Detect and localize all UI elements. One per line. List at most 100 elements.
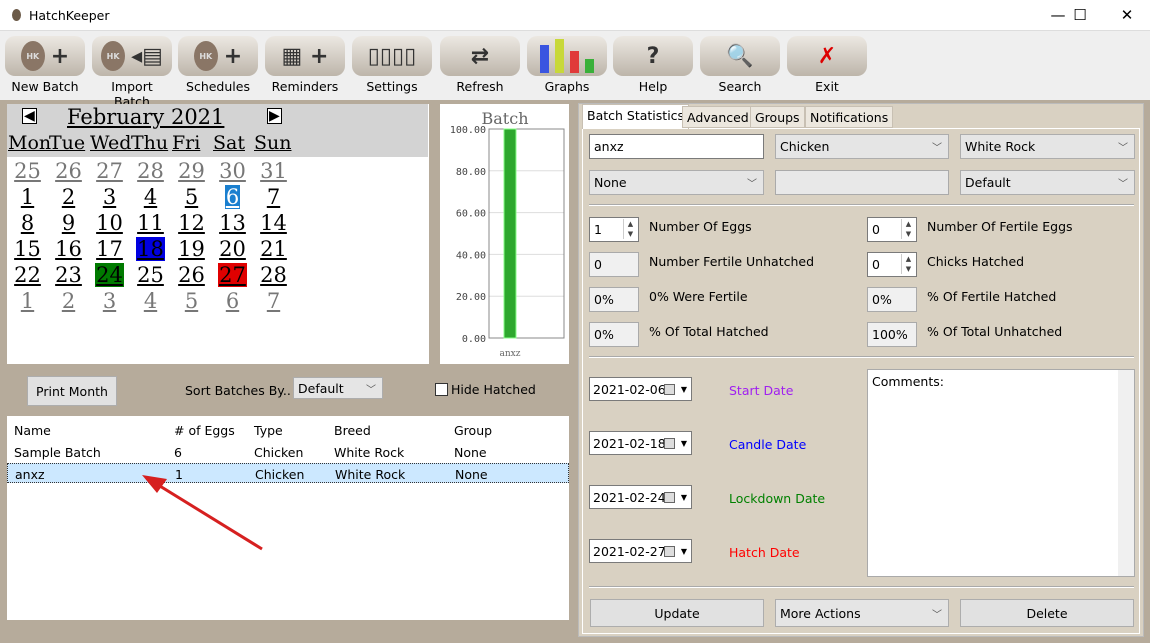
toolbar-button-reminders[interactable]: ▦ + Reminders xyxy=(265,36,345,98)
stat-field[interactable]: 0 ▲ ▼ xyxy=(867,252,917,277)
toolbar-button-help[interactable]: ? Help xyxy=(613,36,693,98)
calendar-day[interactable]: 16 xyxy=(48,237,89,261)
calendar-day[interactable]: 4 xyxy=(130,289,171,313)
calendar-day[interactable]: 18 xyxy=(130,237,171,261)
stat-field[interactable]: 100% xyxy=(867,322,917,347)
calendar-day[interactable]: 22 xyxy=(7,263,48,287)
calendar-day[interactable]: 2 xyxy=(48,289,89,313)
stat-field[interactable]: 0 ▲ ▼ xyxy=(867,217,917,242)
toolbar-button-settings[interactable]: ▯▯▯▯ Settings xyxy=(352,36,432,98)
dropdown-arrow-icon[interactable]: ▼ xyxy=(681,547,687,556)
calendar-day[interactable]: 30 xyxy=(212,159,253,183)
date-picker-start-date[interactable]: 2021-02-06 ▼ xyxy=(589,377,692,401)
tab-batch-statistics[interactable]: Batch Statistics xyxy=(582,104,690,129)
tab-advanced[interactable]: Advanced xyxy=(682,106,754,128)
calendar-day[interactable]: 7 xyxy=(253,289,294,313)
calendar-day[interactable]: 28 xyxy=(253,263,294,287)
table-row[interactable]: anxz 1 Chicken White Rock None xyxy=(7,463,569,483)
calendar-day[interactable]: 25 xyxy=(7,159,48,183)
calendar-icon[interactable] xyxy=(664,491,675,503)
dropdown-arrow-icon[interactable]: ▼ xyxy=(681,439,687,448)
stat-field[interactable]: 0% xyxy=(589,287,639,312)
batch-name-input[interactable]: anxz xyxy=(589,134,764,159)
next-month-button[interactable]: ▶ xyxy=(267,108,282,124)
column-header[interactable]: Breed xyxy=(334,423,371,438)
table-row[interactable]: Sample Batch 6 Chicken White Rock None xyxy=(7,442,569,462)
sort-select[interactable]: Default ﹀ xyxy=(293,377,383,399)
calendar-icon[interactable] xyxy=(664,545,675,557)
stat-field[interactable]: 0 xyxy=(589,252,639,277)
calendar-day[interactable]: 7 xyxy=(253,185,294,209)
toolbar-button-import-batch[interactable]: HK ◂▤ Import Batch xyxy=(92,36,172,109)
stat-field[interactable]: 0% xyxy=(589,322,639,347)
calendar-day[interactable]: 6 xyxy=(212,289,253,313)
calendar-day[interactable]: 14 xyxy=(253,211,294,235)
calendar-day[interactable]: 9 xyxy=(48,211,89,235)
calendar-day[interactable]: 28 xyxy=(130,159,171,183)
date-picker-hatch-date[interactable]: 2021-02-27 ▼ xyxy=(589,539,692,563)
calendar-day[interactable]: 21 xyxy=(253,237,294,261)
calendar-icon[interactable] xyxy=(664,383,675,395)
maximize-button[interactable]: ☐ xyxy=(1057,0,1103,30)
toolbar-button-schedules[interactable]: HK + Schedules xyxy=(178,36,258,98)
calendar-day[interactable]: 23 xyxy=(48,263,89,287)
update-button[interactable]: Update xyxy=(590,599,764,627)
group-select[interactable]: None ﹀ xyxy=(589,170,764,195)
type-select[interactable]: Chicken ﹀ xyxy=(775,134,949,159)
calendar-day[interactable]: 1 xyxy=(7,185,48,209)
column-header[interactable]: Type xyxy=(254,423,283,438)
spinner-arrows-icon[interactable]: ▲ ▼ xyxy=(901,254,915,274)
close-button[interactable]: ✕ xyxy=(1104,0,1150,30)
dropdown-arrow-icon[interactable]: ▼ xyxy=(681,385,687,394)
column-header[interactable]: Name xyxy=(14,423,51,438)
hide-hatched-checkbox[interactable] xyxy=(435,383,448,396)
calendar-day[interactable]: 3 xyxy=(89,185,130,209)
toolbar-button-search[interactable]: 🔍 Search xyxy=(700,36,780,98)
print-month-button[interactable]: Print Month xyxy=(27,376,117,406)
toolbar-button-exit[interactable]: ✗ Exit xyxy=(787,36,867,98)
comments-box[interactable]: Comments: xyxy=(867,369,1135,577)
calendar-day[interactable]: 25 xyxy=(130,263,171,287)
calendar-day[interactable]: 6 xyxy=(212,185,253,209)
calendar-day[interactable]: 5 xyxy=(171,185,212,209)
calendar-day[interactable]: 27 xyxy=(89,159,130,183)
calendar-day[interactable]: 12 xyxy=(171,211,212,235)
tab-notifications[interactable]: Notifications xyxy=(805,106,894,128)
column-header[interactable]: # of Eggs xyxy=(174,423,235,438)
calendar-day[interactable]: 13 xyxy=(212,211,253,235)
calendar-day[interactable]: 3 xyxy=(89,289,130,313)
calendar-day[interactable]: 17 xyxy=(89,237,130,261)
calendar-day[interactable]: 26 xyxy=(48,159,89,183)
calendar-day[interactable]: 24 xyxy=(89,263,130,287)
tab-groups[interactable]: Groups xyxy=(750,106,805,128)
calendar-day[interactable]: 2 xyxy=(48,185,89,209)
calendar-day[interactable]: 11 xyxy=(130,211,171,235)
calendar-day[interactable]: 15 xyxy=(7,237,48,261)
calendar-day[interactable]: 4 xyxy=(130,185,171,209)
toolbar-button-refresh[interactable]: ⇄ Refresh xyxy=(440,36,520,98)
calendar-day[interactable]: 20 xyxy=(212,237,253,261)
calendar-day[interactable]: 8 xyxy=(7,211,48,235)
calendar-day[interactable]: 5 xyxy=(171,289,212,313)
spinner-arrows-icon[interactable]: ▲ ▼ xyxy=(901,219,915,239)
more-actions-select[interactable]: More Actions ﹀ xyxy=(775,599,949,627)
date-picker-candle-date[interactable]: 2021-02-18 ▼ xyxy=(589,431,692,455)
delete-button[interactable]: Delete xyxy=(960,599,1134,627)
comments-scrollbar[interactable] xyxy=(1118,370,1134,576)
calendar-day[interactable]: 29 xyxy=(171,159,212,183)
toolbar-button-graphs[interactable]: Graphs xyxy=(527,36,607,98)
prev-month-button[interactable]: ◀ xyxy=(22,108,37,124)
toolbar-button-new-batch[interactable]: HK + New Batch xyxy=(5,36,85,98)
calendar-day[interactable]: 19 xyxy=(171,237,212,261)
date-picker-lockdown-date[interactable]: 2021-02-24 ▼ xyxy=(589,485,692,509)
column-header[interactable]: Group xyxy=(454,423,492,438)
calendar-day[interactable]: 26 xyxy=(171,263,212,287)
dropdown-arrow-icon[interactable]: ▼ xyxy=(681,493,687,502)
calendar-day[interactable]: 27 xyxy=(212,263,253,287)
calendar-day[interactable]: 1 xyxy=(7,289,48,313)
calendar-day[interactable]: 31 xyxy=(253,159,294,183)
calendar-day[interactable]: 10 xyxy=(89,211,130,235)
schedule-select[interactable]: Default ﹀ xyxy=(960,170,1135,195)
calendar-icon[interactable] xyxy=(664,437,675,449)
month-title[interactable]: February 2021 xyxy=(67,105,224,129)
